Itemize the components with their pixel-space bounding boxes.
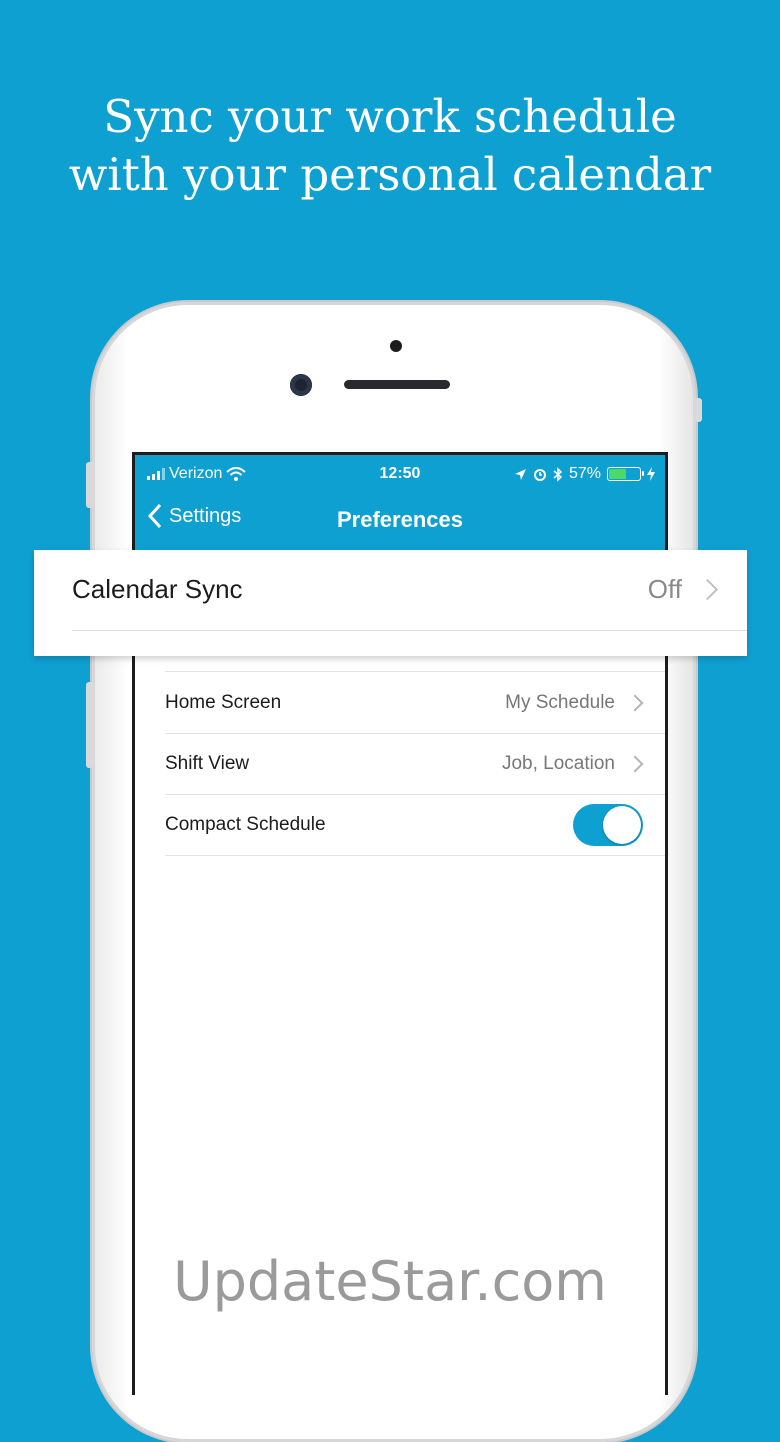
battery-percent: 57% [568, 465, 601, 482]
headline-line-1: Sync your work schedule [103, 90, 677, 143]
row-value: My Schedule [505, 692, 615, 713]
headline: Sync your work schedule with your person… [0, 88, 780, 204]
row-label: Compact Schedule [165, 814, 326, 835]
volume-up-button [86, 682, 94, 768]
toggle-knob [603, 806, 641, 844]
front-camera-icon [290, 374, 312, 396]
row-value-group: My Schedule [505, 692, 665, 714]
calendar-sync-value: Off [647, 574, 682, 604]
status-bar: Verizon 12:50 57% [135, 463, 665, 489]
battery-fill [609, 469, 626, 479]
alarm-icon [533, 469, 546, 481]
page-title: Preferences [337, 507, 463, 532]
callout-divider [72, 630, 747, 631]
mute-switch [86, 462, 94, 508]
calendar-sync-value-group: Off [648, 574, 719, 605]
row-shift-view[interactable]: Shift View Job, Location [165, 734, 665, 795]
proximity-sensor [390, 340, 402, 352]
location-arrow-icon [514, 468, 526, 480]
chevron-right-icon [696, 578, 719, 601]
compact-schedule-toggle[interactable] [573, 804, 643, 846]
row-label: Shift View [165, 753, 250, 774]
row-value-group: Job, Location [502, 753, 665, 775]
chevron-right-icon [626, 755, 644, 773]
status-right-group: 57% [514, 465, 655, 483]
row-label: Home Screen [165, 692, 282, 713]
app-header: Verizon 12:50 57% Settings Preferences [135, 455, 665, 551]
watermark: UpdateStar.com [173, 1250, 607, 1313]
bluetooth-icon [553, 466, 563, 482]
calendar-sync-label: Calendar Sync [72, 574, 243, 604]
headline-line-2: with your personal calendar [68, 148, 712, 201]
chevron-right-icon [626, 694, 644, 712]
charging-bolt-icon [647, 467, 655, 481]
navigation-bar: Settings Preferences [135, 501, 665, 541]
row-home-screen[interactable]: Home Screen My Schedule [165, 673, 665, 734]
earpiece-speaker [344, 380, 450, 389]
power-button [694, 398, 702, 422]
calendar-sync-callout[interactable]: Calendar Sync Off [34, 550, 747, 656]
section-divider [165, 671, 665, 672]
row-value: Job, Location [501, 753, 615, 774]
row-compact-schedule: Compact Schedule [165, 795, 665, 856]
battery-icon [607, 467, 644, 481]
